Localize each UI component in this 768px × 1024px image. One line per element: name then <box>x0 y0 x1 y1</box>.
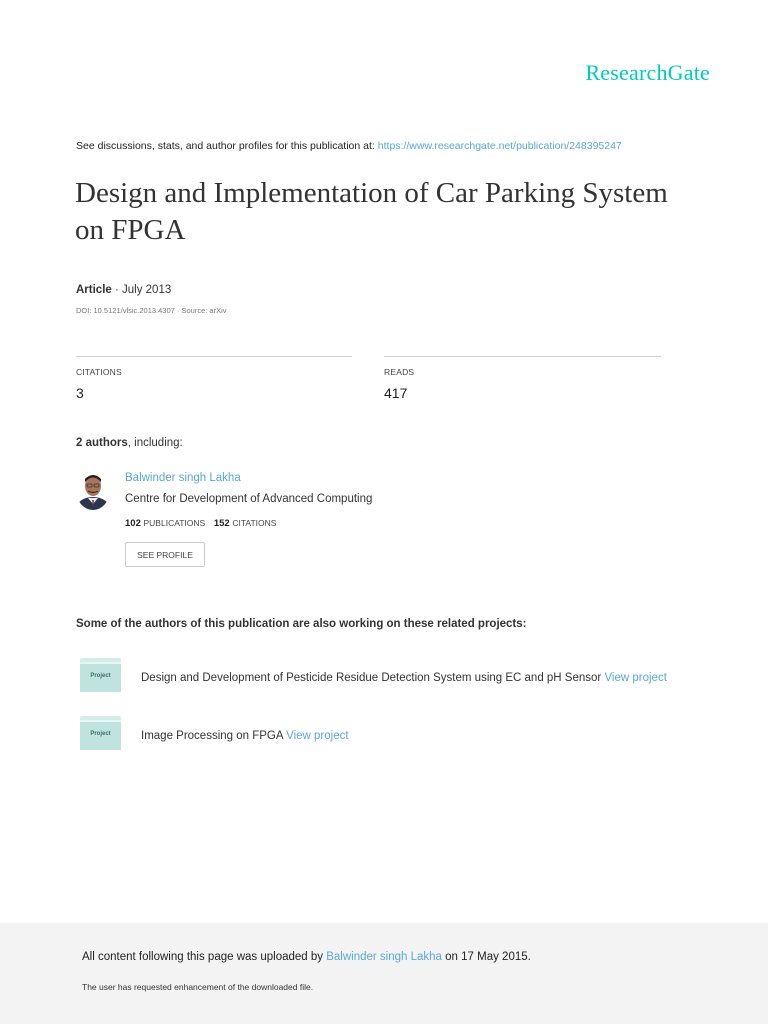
citations-value: 3 <box>76 385 84 401</box>
author-citations-label: CITATIONS <box>232 518 277 528</box>
author-citations-count: 152 <box>213 518 230 529</box>
author-metrics: 102 PUBLICATIONS 152 CITATIONS <box>125 518 282 529</box>
see-profile-button[interactable]: SEE PROFILE <box>125 542 205 567</box>
reads-divider <box>384 356 661 357</box>
uploader-link[interactable]: Balwinder singh Lakha <box>326 951 442 963</box>
enhancement-note: The user has requested enhancement of th… <box>82 982 314 992</box>
authors-count: 2 authors <box>76 437 128 449</box>
project-icon-label: Project <box>90 731 111 737</box>
project-folder-icon: Project <box>80 716 121 750</box>
author-publications-label: PUBLICATIONS <box>143 518 206 528</box>
source-line: See discussions, stats, and author profi… <box>76 140 622 152</box>
publication-type: Article <box>76 284 112 296</box>
upload-date: on 17 May 2015. <box>441 951 531 963</box>
project-icon-label: Project <box>90 673 111 679</box>
publication-date: · July 2013 <box>111 284 172 296</box>
researchgate-logo[interactable]: ResearchGate <box>585 60 710 86</box>
author-avatar[interactable] <box>76 470 110 510</box>
author-institution: Centre for Development of Advanced Compu… <box>125 493 373 505</box>
project-item: Design and Development of Pesticide Resi… <box>141 672 667 684</box>
upload-prefix: All content following this page was uplo… <box>82 951 324 963</box>
reads-label: READS <box>384 367 415 377</box>
citations-divider <box>76 356 352 357</box>
author-publications-count: 102 <box>125 518 141 529</box>
person-avatar-icon <box>76 470 110 510</box>
view-project-link[interactable]: View project <box>604 672 666 684</box>
view-project-link[interactable]: View project <box>286 730 348 742</box>
project-title: Design and Development of Pesticide Resi… <box>141 672 602 684</box>
project-folder-icon: Project <box>80 658 121 692</box>
source-prefix: See discussions, stats, and author profi… <box>76 140 375 152</box>
authors-summary: 2 authors, including: <box>76 437 183 449</box>
doi-line: DOI: 10.5121/vlsic.2013.4307 · Source: a… <box>76 306 227 315</box>
upload-footer: All content following this page was uplo… <box>0 923 768 1024</box>
publication-meta: Article · July 2013 <box>76 284 171 296</box>
related-projects-heading: Some of the authors of this publication … <box>76 618 527 630</box>
author-name-link[interactable]: Balwinder singh Lakha <box>125 472 241 484</box>
reads-value: 417 <box>384 385 408 401</box>
project-item: Image Processing on FPGA View project <box>141 730 349 742</box>
authors-suffix: , including: <box>127 437 183 449</box>
publication-url-link[interactable]: https://www.researchgate.net/publication… <box>378 140 622 152</box>
publication-title: Design and Implementation of Car Parking… <box>75 177 668 246</box>
upload-info: All content following this page was uplo… <box>82 951 531 963</box>
citations-label: CITATIONS <box>76 367 122 377</box>
project-title: Image Processing on FPGA <box>141 730 283 742</box>
